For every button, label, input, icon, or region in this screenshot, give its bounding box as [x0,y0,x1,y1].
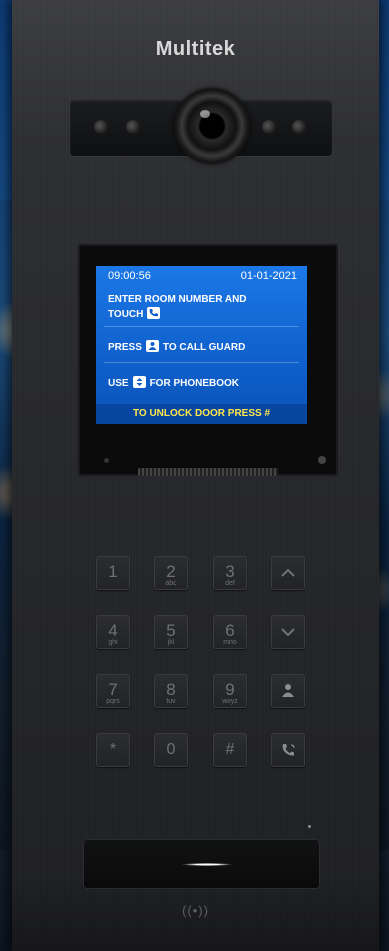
key-digit: 4 [108,621,118,640]
brand-logo: Multitek [155,38,236,60]
key-digit: # [225,741,235,758]
intercom-panel: Multitek 09:00:56 01-01-2021 ENTER ROOM … [12,0,379,951]
key-letters: jkl [167,639,175,646]
key-digit: * [109,741,117,758]
divider [104,362,299,363]
instruction-guard-text: TO CALL GUARD [162,342,246,353]
instruction-room-text: ENTER ROOM NUMBER AND [108,294,247,305]
key-letters: ghi [108,639,118,646]
key-letters: mno [223,639,237,646]
key-digit: 9 [225,680,235,699]
call-icon [147,307,161,319]
guard-icon [282,684,294,697]
key-1[interactable]: 1 [96,556,130,590]
ir-led-icon [94,120,108,134]
key-3[interactable]: 3 def [213,556,247,590]
divider [104,326,299,327]
instruction-phonebook: USE FOR PHONEBOOK [108,376,239,389]
guard-icon [145,340,159,352]
key-digit: 5 [166,621,176,640]
instruction-guard: PRESS TO CALL GUARD [108,340,245,353]
key-guard[interactable] [271,674,305,708]
ir-led-icon [262,120,276,134]
key-0[interactable]: 0 [154,733,188,767]
unlock-banner: TO UNLOCK DOOR PRESS # [96,404,307,424]
down-arrow-icon [281,628,295,637]
speaker-grill [138,468,278,476]
key-star[interactable]: * [96,733,130,767]
key-call[interactable] [271,733,305,767]
key-hash[interactable]: # [213,733,247,767]
call-icon [282,744,295,756]
key-4[interactable]: 4 ghi [96,615,130,649]
clock-date: 01-01-2021 [240,270,297,282]
key-8[interactable]: 8 tuv [154,674,188,708]
nfc-icon: ((•)) [182,903,209,918]
key-digit: 6 [225,621,235,640]
key-digit: 3 [225,562,235,581]
key-letters: tuv [166,698,176,705]
key-letters: pqrs [106,698,120,705]
key-digit: 2 [166,562,176,581]
key-7[interactable]: 7 pqrs [96,674,130,708]
status-row: 09:00:56 01-01-2021 [108,270,297,282]
key-digit: 7 [108,680,118,699]
camera-bar [70,88,332,164]
clock-time: 09:00:56 [108,270,151,282]
key-letters: def [225,580,235,587]
display-screen: 09:00:56 01-01-2021 ENTER ROOM NUMBER AN… [96,266,307,424]
key-digit: 8 [166,680,176,699]
ir-led-icon [126,120,140,134]
mic-icon [104,458,109,463]
key-9[interactable]: 9 wxyz [213,674,247,708]
indicator-dot [308,825,311,828]
key-up[interactable] [271,556,305,590]
key-digit: 1 [108,562,118,581]
up-arrow-icon [281,568,295,577]
key-down[interactable] [271,615,305,649]
key-letters: wxyz [222,698,238,705]
instruction-press-text: PRESS [108,342,142,353]
instruction-room: ENTER ROOM NUMBER AND TOUCH [108,292,247,322]
display-frame: 09:00:56 01-01-2021 ENTER ROOM NUMBER AN… [78,244,338,476]
key-5[interactable]: 5 jkl [154,615,188,649]
ir-led-icon [292,120,306,134]
instruction-touch-text: TOUCH [108,309,144,320]
key-2[interactable]: 2 abc [154,556,188,590]
key-digit: 0 [166,741,176,758]
sensor-icon [318,456,326,464]
key-letters: abc [165,580,177,587]
phonebook-icon [132,376,146,388]
instruction-phonebook-text: FOR PHONEBOOK [149,378,240,389]
camera-lens-icon [174,88,250,164]
key-6[interactable]: 6 mno [213,615,247,649]
card-reader[interactable] [83,839,320,889]
instruction-use-text: USE [108,378,129,389]
